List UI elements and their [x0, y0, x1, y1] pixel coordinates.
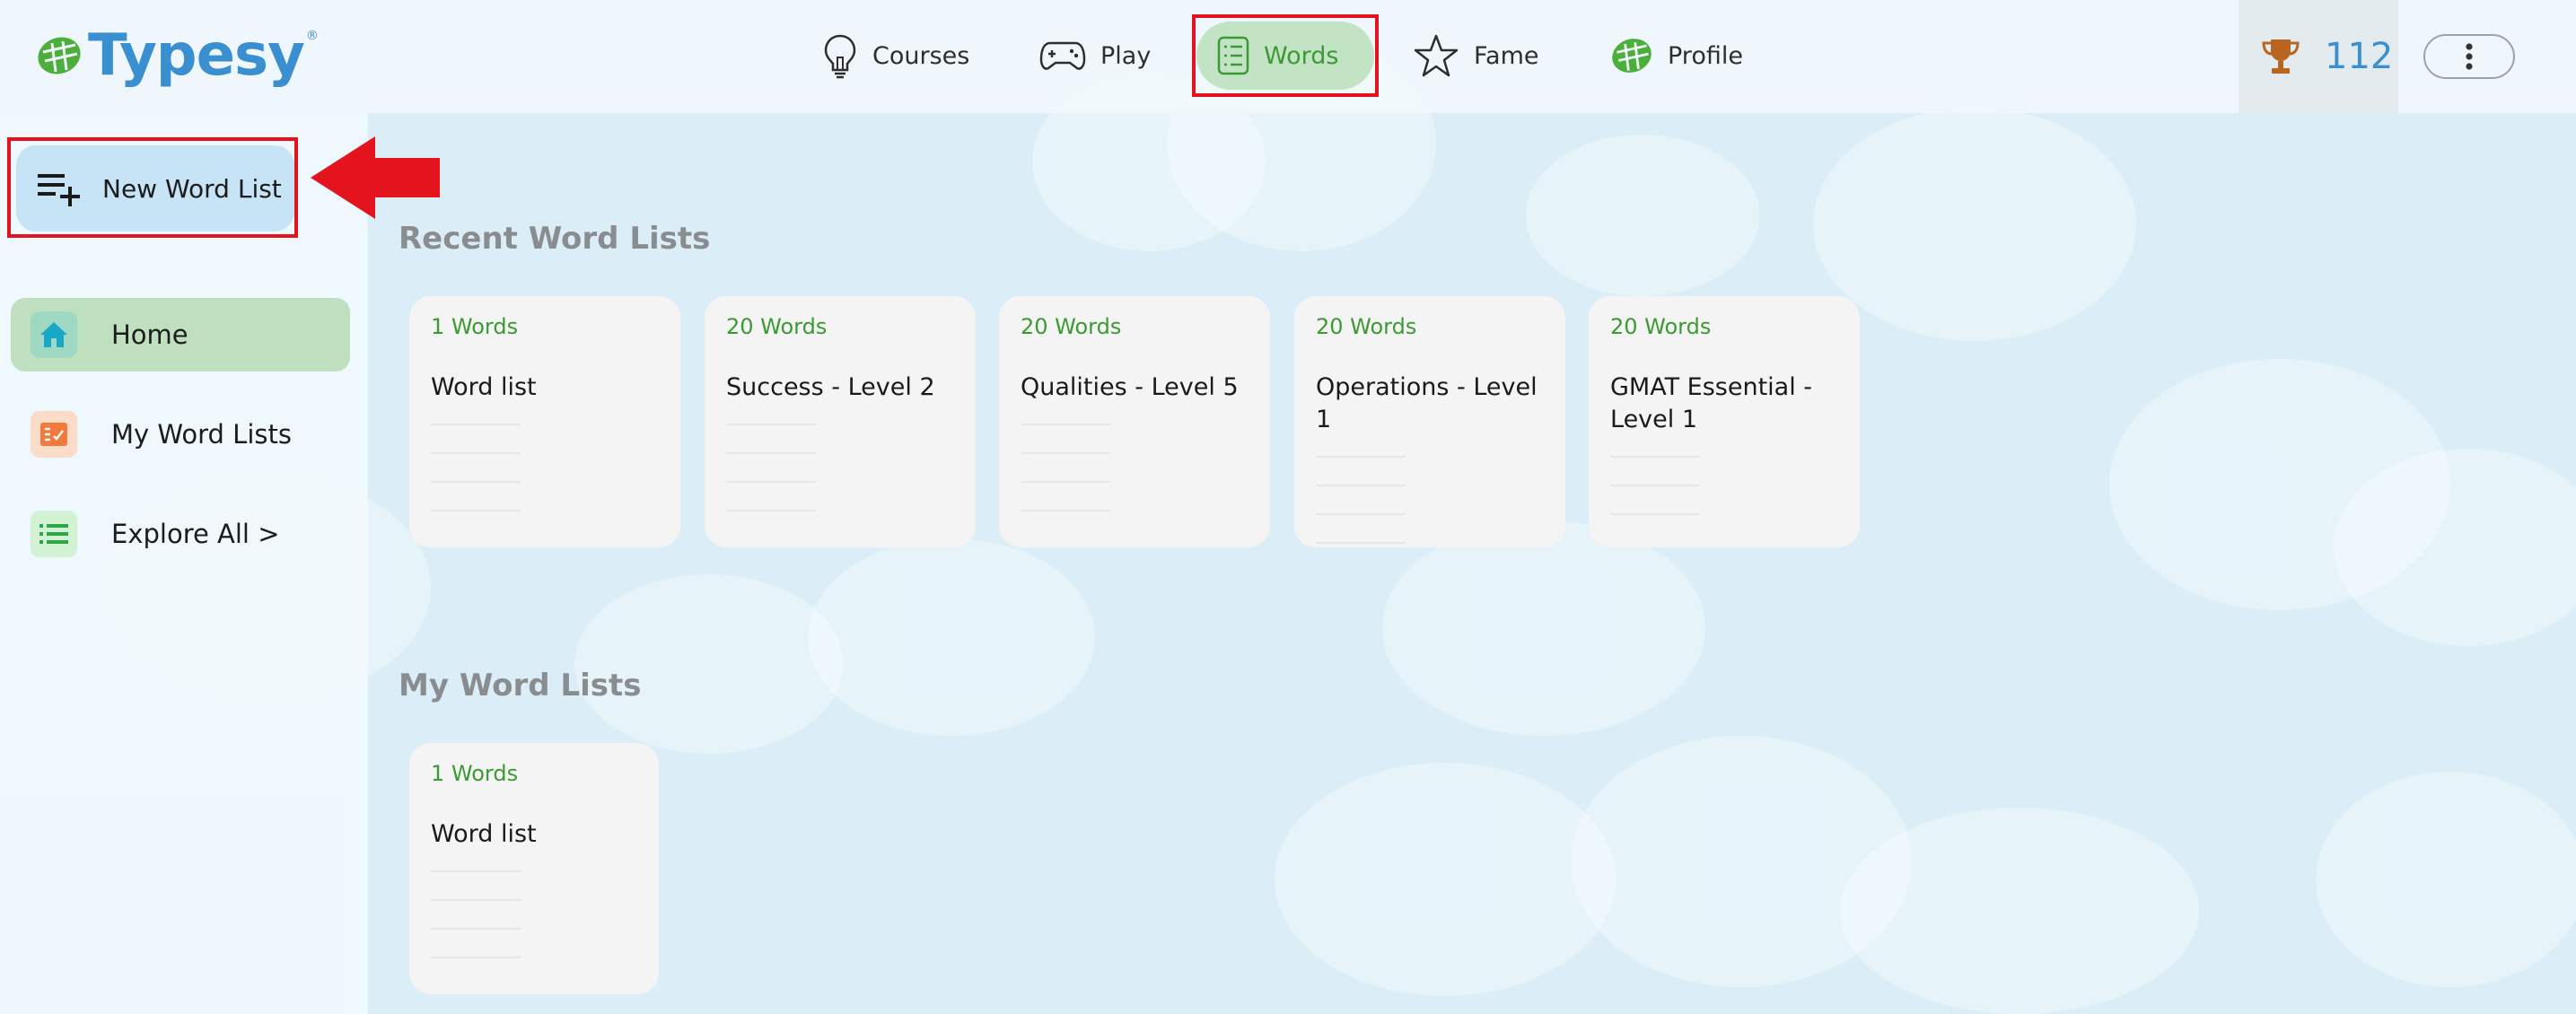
trophy-score[interactable]: 112 — [2239, 0, 2398, 113]
nav-item-fame[interactable]: Fame — [1413, 14, 1539, 97]
sidebar-label-my-word-lists: My Word Lists — [111, 419, 292, 450]
word-count: 20 Words — [726, 314, 828, 339]
card-placeholder-lines — [1316, 456, 1544, 544]
typesy-logo[interactable]: Typesy ® — [36, 23, 319, 88]
checklist-icon — [40, 423, 67, 446]
word-list-name: Word list — [431, 820, 537, 848]
word-list-name: Success - Level 2 — [726, 373, 935, 401]
my-word-lists-title: My Word Lists — [399, 668, 642, 704]
red-pointer-arrow-icon — [311, 136, 440, 219]
logo-text: Typesy — [88, 22, 305, 89]
list-document-icon — [1217, 36, 1249, 75]
checklist-icon-tile — [31, 411, 77, 458]
card-placeholder-lines — [1021, 424, 1249, 511]
trophy-icon — [2262, 39, 2300, 74]
card-placeholder-lines — [431, 424, 659, 511]
star-icon — [1414, 34, 1459, 77]
word-count: 20 Words — [1610, 314, 1712, 339]
nav-label-fame: Fame — [1474, 41, 1539, 70]
nav-label-profile: Profile — [1668, 41, 1743, 70]
more-menu-button[interactable] — [2423, 34, 2515, 79]
word-list-name: Qualities - Level 5 — [1021, 373, 1239, 401]
nav-item-profile[interactable]: Profile — [1610, 14, 1743, 97]
word-list-name: Word list — [431, 373, 537, 401]
nav-label-courses: Courses — [872, 41, 970, 70]
vertical-dots-icon — [2466, 43, 2473, 70]
nav-item-courses[interactable]: Courses — [822, 14, 969, 97]
card-placeholder-lines — [726, 424, 954, 511]
sidebar-label-explore-all: Explore All > — [111, 519, 280, 549]
typesy-profile-icon — [1612, 39, 1652, 73]
sidebar-item-explore-all[interactable]: Explore All > — [11, 497, 350, 571]
highlight-box-new-word-list — [7, 137, 298, 238]
nav-label-play: Play — [1100, 41, 1152, 70]
word-list-card[interactable]: 20 Words Operations - Level 1 — [1294, 296, 1565, 547]
word-count: 20 Words — [1316, 314, 1417, 339]
trophy-count: 112 — [2325, 36, 2394, 77]
card-placeholder-lines — [431, 870, 637, 958]
word-count: 20 Words — [1021, 314, 1122, 339]
lightbulb-icon — [824, 34, 856, 79]
nav-item-words[interactable]: Words — [1217, 14, 1338, 97]
nav-label-words: Words — [1264, 41, 1339, 70]
top-bar: Typesy ® Courses Play Words Fame Profile… — [0, 0, 2576, 113]
bullet-list-icon-tile — [31, 511, 77, 557]
home-icon-tile — [31, 311, 77, 358]
bullet-list-icon — [39, 524, 68, 544]
word-list-card[interactable]: 1 Words Word list — [409, 743, 659, 994]
sidebar-item-my-word-lists[interactable]: My Word Lists — [11, 398, 350, 471]
word-list-name: GMAT Essential - Level 1 — [1610, 373, 1813, 433]
word-list-card[interactable]: 20 Words Qualities - Level 5 — [999, 296, 1270, 547]
word-list-card[interactable]: 1 Words Word list — [409, 296, 680, 547]
registered-mark: ® — [305, 29, 319, 43]
word-list-card[interactable]: 20 Words GMAT Essential - Level 1 — [1589, 296, 1860, 547]
sidebar-label-home: Home — [111, 319, 188, 350]
typesy-logo-icon — [38, 37, 81, 74]
word-list-card[interactable]: 20 Words Success - Level 2 — [705, 296, 976, 547]
sidebar-item-home[interactable]: Home — [11, 298, 350, 372]
recent-word-lists-title: Recent Word Lists — [399, 221, 711, 257]
gamepad-icon — [1039, 41, 1086, 70]
card-placeholder-lines — [1610, 456, 1838, 515]
word-count: 1 Words — [431, 761, 519, 786]
home-icon — [40, 322, 67, 347]
word-list-name: Operations - Level 1 — [1316, 373, 1538, 433]
nav-item-play[interactable]: Play — [1039, 14, 1151, 97]
word-count: 1 Words — [431, 314, 519, 339]
